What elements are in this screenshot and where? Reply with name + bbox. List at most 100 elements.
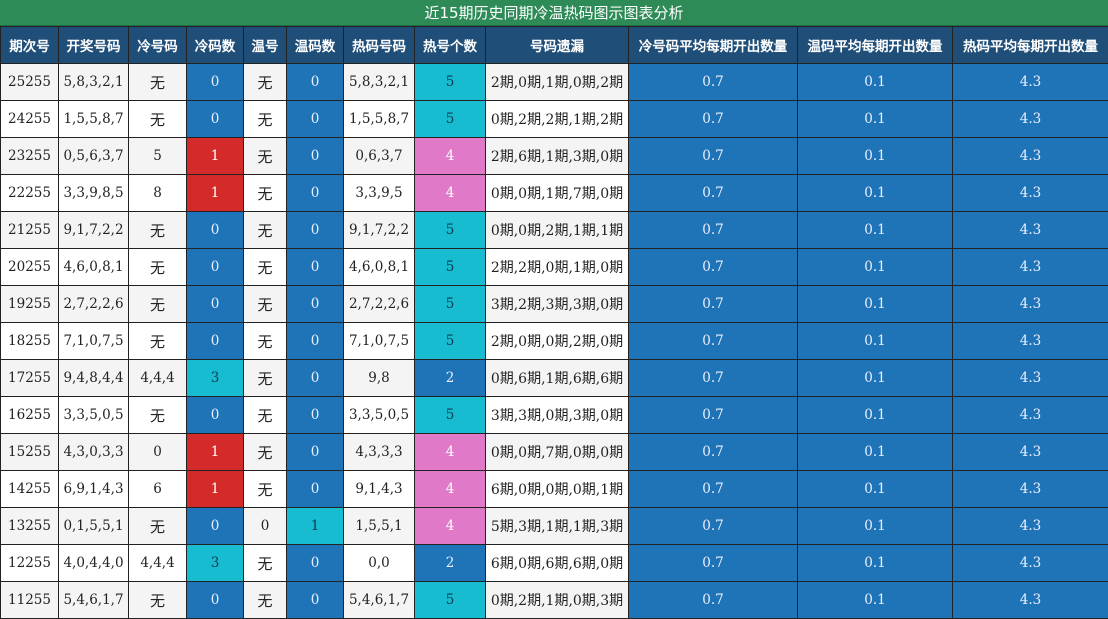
cell-cold: 5	[129, 138, 187, 175]
cell-hot: 4,6,0,8,1	[344, 249, 415, 286]
cell-hot: 5,4,6,1,7	[344, 582, 415, 619]
cell-cold-count: 3	[187, 360, 244, 397]
cell-warm-count: 0	[287, 138, 344, 175]
cell-period: 25255	[1, 64, 59, 101]
cell-period: 24255	[1, 101, 59, 138]
cell-miss: 0期,2期,2期,1期,2期	[486, 101, 629, 138]
cell-cold-count: 0	[187, 582, 244, 619]
cell-warm-avg: 0.1	[798, 434, 953, 471]
cell-miss: 6期,0期,6期,6期,0期	[486, 545, 629, 582]
cell-hot-count: 4	[415, 175, 486, 212]
cell-hot: 0,6,3,7	[344, 138, 415, 175]
cell-period: 21255	[1, 212, 59, 249]
cell-cold: 无	[129, 212, 187, 249]
cell-warm-avg: 0.1	[798, 286, 953, 323]
cell-cold: 无	[129, 101, 187, 138]
cell-hot-avg: 4.3	[953, 175, 1108, 212]
header-warm-avg: 温码平均每期开出数量	[798, 27, 953, 64]
cell-hot-avg: 4.3	[953, 323, 1108, 360]
cell-warm: 无	[244, 286, 287, 323]
cell-hot: 9,8	[344, 360, 415, 397]
cell-warm: 无	[244, 138, 287, 175]
cell-warm-count: 0	[287, 64, 344, 101]
cell-draw: 3,3,9,8,5	[59, 175, 129, 212]
cell-draw: 5,4,6,1,7	[59, 582, 129, 619]
cell-cold-count: 0	[187, 397, 244, 434]
cell-cold-avg: 0.7	[629, 323, 798, 360]
cell-draw: 3,3,5,0,5	[59, 397, 129, 434]
cell-draw: 4,0,4,4,0	[59, 545, 129, 582]
cell-cold: 无	[129, 249, 187, 286]
cell-warm: 无	[244, 64, 287, 101]
cell-draw: 1,5,5,8,7	[59, 101, 129, 138]
cell-cold-avg: 0.7	[629, 508, 798, 545]
cell-cold: 无	[129, 64, 187, 101]
cell-warm: 无	[244, 545, 287, 582]
cell-cold: 6	[129, 471, 187, 508]
cell-period: 11255	[1, 582, 59, 619]
header-hot-avg: 热码平均每期开出数量	[953, 27, 1108, 64]
cell-draw: 2,7,2,2,6	[59, 286, 129, 323]
cell-hot-count: 5	[415, 323, 486, 360]
cell-hot-avg: 4.3	[953, 64, 1108, 101]
cell-hot-count: 5	[415, 582, 486, 619]
cell-hot: 9,1,7,2,2	[344, 212, 415, 249]
cell-warm: 无	[244, 471, 287, 508]
cell-hot-avg: 4.3	[953, 360, 1108, 397]
cell-cold-count: 3	[187, 545, 244, 582]
cell-warm-count: 0	[287, 434, 344, 471]
cell-warm-count: 0	[287, 249, 344, 286]
cell-hot-avg: 4.3	[953, 582, 1108, 619]
cell-hot-count: 2	[415, 545, 486, 582]
cell-cold-avg: 0.7	[629, 138, 798, 175]
cell-hot: 0,0	[344, 545, 415, 582]
table-row: 132550,1,5,5,1无0011,5,5,145期,3期,1期,1期,3期…	[1, 508, 1108, 545]
header-hot: 热码号码	[344, 27, 415, 64]
cell-cold-avg: 0.7	[629, 360, 798, 397]
cell-hot: 3,3,9,5	[344, 175, 415, 212]
cell-period: 18255	[1, 323, 59, 360]
cell-hot: 9,1,4,3	[344, 471, 415, 508]
cell-warm-avg: 0.1	[798, 212, 953, 249]
cell-draw: 9,4,8,4,4	[59, 360, 129, 397]
cell-draw: 0,1,5,5,1	[59, 508, 129, 545]
cell-hot: 1,5,5,1	[344, 508, 415, 545]
cell-miss: 2期,2期,0期,1期,0期	[486, 249, 629, 286]
cell-warm-count: 0	[287, 101, 344, 138]
header-draw: 开奖号码	[59, 27, 129, 64]
cell-warm: 0	[244, 508, 287, 545]
cell-miss: 3期,3期,0期,3期,0期	[486, 397, 629, 434]
cell-period: 12255	[1, 545, 59, 582]
header-period: 期次号	[1, 27, 59, 64]
cell-cold: 无	[129, 323, 187, 360]
header-miss: 号码遗漏	[486, 27, 629, 64]
cell-warm: 无	[244, 249, 287, 286]
header-row: 期次号 开奖号码 冷号码 冷码数 温号 温码数 热码号码 热号个数 号码遗漏 冷…	[1, 27, 1108, 64]
table-row: 112555,4,6,1,7无0无05,4,6,1,750期,2期,1期,0期,…	[1, 582, 1108, 619]
cell-warm: 无	[244, 101, 287, 138]
cell-warm: 无	[244, 397, 287, 434]
cell-cold-count: 1	[187, 471, 244, 508]
cell-warm: 无	[244, 323, 287, 360]
cell-hot: 5,8,3,2,1	[344, 64, 415, 101]
table-row: 192552,7,2,2,6无0无02,7,2,2,653期,2期,3期,3期,…	[1, 286, 1108, 323]
cell-warm-count: 1	[287, 508, 344, 545]
cell-miss: 0期,0期,1期,7期,0期	[486, 175, 629, 212]
header-hot-count: 热号个数	[415, 27, 486, 64]
cell-hot: 3,3,5,0,5	[344, 397, 415, 434]
cell-cold-avg: 0.7	[629, 582, 798, 619]
cell-warm-count: 0	[287, 582, 344, 619]
cell-hot-count: 5	[415, 64, 486, 101]
table-row: 242551,5,5,8,7无0无01,5,5,8,750期,2期,2期,1期,…	[1, 101, 1108, 138]
cell-miss: 0期,2期,1期,0期,3期	[486, 582, 629, 619]
cell-miss: 2期,0期,1期,0期,2期	[486, 64, 629, 101]
cell-period: 16255	[1, 397, 59, 434]
cell-cold-avg: 0.7	[629, 545, 798, 582]
table-row: 182557,1,0,7,5无0无07,1,0,7,552期,0期,0期,2期,…	[1, 323, 1108, 360]
cell-draw: 6,9,1,4,3	[59, 471, 129, 508]
cell-hot-count: 5	[415, 397, 486, 434]
cell-hot: 2,7,2,2,6	[344, 286, 415, 323]
cell-warm: 无	[244, 434, 287, 471]
cell-warm-count: 0	[287, 286, 344, 323]
cell-warm-count: 0	[287, 545, 344, 582]
